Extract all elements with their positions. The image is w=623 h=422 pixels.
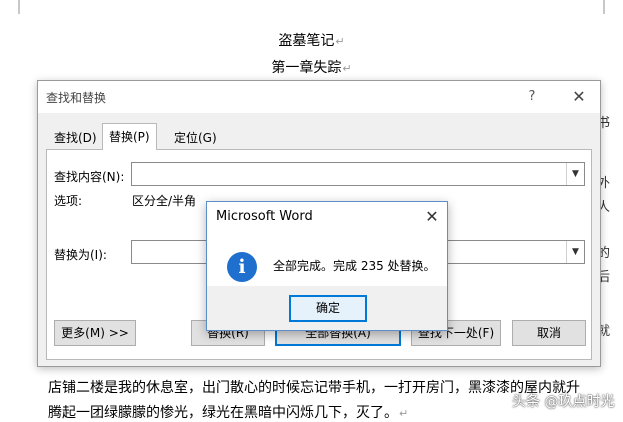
document-body-line: 腾起一团绿朦朦的惨光，绿光在黑暗中闪烁几下，灭了。↵ [48,402,408,422]
message-box: Microsoft Word ✕ i 全部完成。完成 235 处替换。 确定 [206,201,448,331]
page-corner-mark-right [603,0,605,14]
paragraph-mark-icon: ↵ [342,62,352,75]
info-icon: i [227,252,257,282]
document-chapter-heading: 第一章失踪↵ [0,57,623,77]
close-icon[interactable]: ✕ [421,206,443,228]
more-button[interactable]: 更多(M) >> [54,320,136,346]
watermark-logo: 头条 @玖点时光 [512,394,615,410]
tab-replace[interactable]: 替换(P) [102,123,157,150]
message-box-title: Microsoft Word [216,209,313,224]
page-corner-mark-left [18,0,20,14]
dialog-titlebar[interactable]: 查找和替换 ? ✕ [38,81,600,113]
find-what-label: 查找内容(N): [54,170,125,184]
paragraph-mark-icon: ↵ [335,35,345,48]
paragraph-mark-icon: ↵ [399,407,409,420]
options-value: 区分全/半角 [132,194,197,208]
document-title-text: 盗墓笔记 [278,33,335,49]
options-label: 选项: [54,194,83,208]
chevron-down-icon[interactable]: ▼ [566,163,584,185]
dialog-title: 查找和替换 [46,91,107,105]
document-title: 盗墓笔记↵ [0,30,623,50]
cancel-button[interactable]: 取消 [512,320,586,346]
message-text: 全部完成。完成 235 处替换。 [273,259,436,273]
message-box-titlebar[interactable]: Microsoft Word ✕ [207,202,447,232]
replace-with-label: 替换为(I): [54,248,107,262]
help-icon[interactable]: ? [520,87,544,107]
tab-goto[interactable]: 定位(G) [168,127,223,149]
ok-button[interactable]: 确定 [289,295,367,322]
find-what-input[interactable]: ▼ [131,162,585,186]
chevron-down-icon[interactable]: ▼ [566,241,584,263]
close-icon[interactable]: ✕ [564,85,594,109]
body-text: 店铺二楼是我的休息室，出门散心的时候忘记带手机，一打开房门，黑漆漆的屋内就升 [48,380,580,396]
chapter-heading-text: 第一章失踪 [271,60,342,76]
document-body-line: 店铺二楼是我的休息室，出门散心的时候忘记带手机，一打开房门，黑漆漆的屋内就升 [48,377,580,397]
tab-find[interactable]: 查找(D) [48,127,103,149]
body-text: 腾起一团绿朦朦的惨光，绿光在黑暗中闪烁几下，灭了。 [48,405,398,421]
